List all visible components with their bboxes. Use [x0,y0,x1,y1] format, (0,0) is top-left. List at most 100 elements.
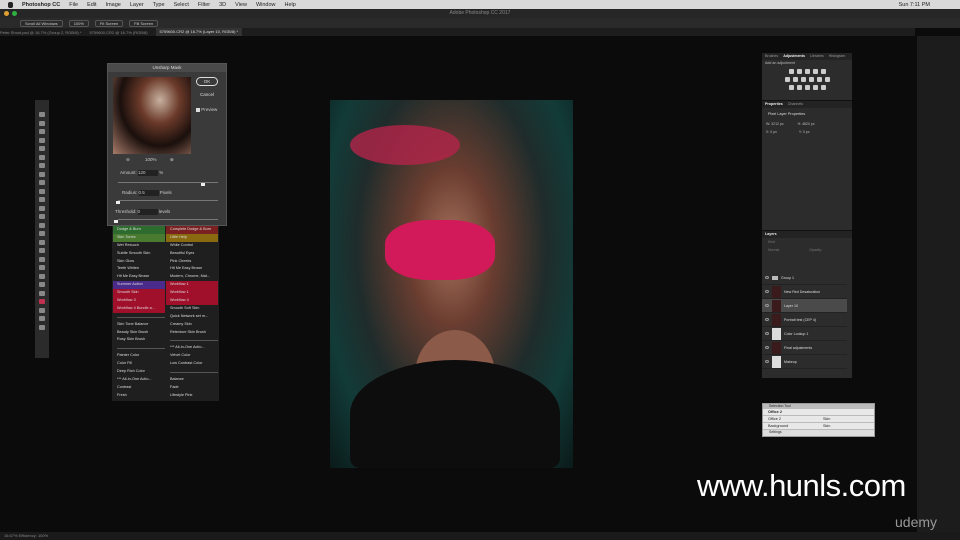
action-button[interactable]: Workflow 4 [166,297,218,305]
tab-document-2[interactable]: 5759600.CR2 @ 16.7% (RGB/8) [89,30,147,35]
action-button[interactable]: Color Fill [113,360,165,368]
action-button[interactable]: Quick Network set m... [166,313,218,321]
tool-icon[interactable] [39,171,45,177]
blend-mode-select[interactable]: Normal [768,248,779,252]
fill-screen-button[interactable]: Fill Screen [129,19,159,27]
menu-layer[interactable]: Layer [130,2,144,8]
opacity-field[interactable]: Opacity: [809,248,822,252]
visibility-eye-icon[interactable] [765,304,769,307]
tool-icon[interactable] [39,316,45,321]
tab-histogram[interactable]: Histogram [829,53,845,60]
visibility-eye-icon[interactable] [765,346,769,349]
action-button[interactable]: *** All-in-One Actio... [166,344,218,352]
tab-adjustments[interactable]: Adjustments [783,53,805,60]
threshold-icon[interactable] [804,85,810,90]
amount-field[interactable]: 120 [138,170,159,176]
action-button[interactable]: Dodge & Burn [113,226,165,234]
color-balance-icon[interactable] [792,77,798,82]
posterize-icon[interactable] [796,85,802,90]
tool-icon[interactable] [39,214,45,219]
tab-document-1[interactable]: Peter Shoot.psd @ 16.7% (Group 2, RGB/8)… [0,30,81,35]
radius-field[interactable]: 0.5 [138,190,159,196]
layer-row[interactable]: Portrait test (CEP 4) [762,313,847,327]
tool-icon[interactable] [39,163,45,168]
action-button[interactable]: Balance [166,376,218,384]
action-button[interactable]: Painter Color [113,352,165,360]
height-field[interactable]: H: 4820 px [798,122,815,126]
photo-filter-icon[interactable] [808,77,814,82]
amount-slider-handle[interactable] [201,183,205,186]
tool-icon[interactable] [39,120,45,126]
action-button[interactable]: Complete Dodge & Burn [166,226,218,234]
layer-row[interactable]: Group 1 [762,271,847,285]
menu-help[interactable]: Help [285,2,296,8]
zoom-button[interactable] [12,11,17,16]
tab-libraries[interactable]: Libraries [810,53,824,60]
action-button[interactable]: Creamy Skin [166,321,218,329]
action-button[interactable]: Wet Retouch [113,242,165,250]
action-button[interactable]: *** All-in-One Actio... [113,376,165,384]
menu-select[interactable]: Select [174,2,189,8]
visibility-eye-icon[interactable] [765,360,769,363]
tool-icon[interactable] [39,265,45,270]
layer-row[interactable]: Color Lookup 1 [762,327,847,341]
menu-filter[interactable]: Filter [198,2,210,8]
action-button[interactable]: Pink Cheeks [166,258,218,266]
action-button[interactable]: Fresh [113,392,165,400]
dialog-preview-image[interactable] [113,77,191,154]
x-field[interactable]: X: 0 px [766,130,777,134]
selective-color-icon[interactable] [820,85,826,90]
menu-image[interactable]: Image [106,2,121,8]
tool-icon[interactable] [39,307,45,313]
menu-window[interactable]: Window [256,2,276,8]
threshold-slider-handle[interactable] [114,220,118,223]
tab-properties[interactable]: Properties [765,101,783,108]
radius-slider[interactable] [118,200,218,201]
tool-icon[interactable] [39,129,45,134]
visibility-eye-icon[interactable] [765,318,769,321]
tool-icon[interactable] [39,205,45,211]
tool-icon[interactable] [39,273,45,279]
radius-slider-handle[interactable] [116,201,120,204]
threshold-slider[interactable] [118,219,218,220]
action-button[interactable]: Skin Glow [113,258,165,266]
tool-icon[interactable] [39,180,45,185]
layer-row[interactable]: Final adjustments [762,341,847,355]
channel-mixer-icon[interactable] [816,77,822,82]
action-button[interactable]: Retexture Skin Brush [166,329,218,337]
visibility-eye-icon[interactable] [765,290,769,293]
action-button[interactable]: Beauty Skin Brush [113,329,165,337]
foreground-color-swatch[interactable] [39,299,45,304]
action-button[interactable]: Workflow 4 Bundle a... [113,304,165,313]
tool-icon[interactable] [39,324,45,330]
menu-view[interactable]: View [235,2,247,8]
menu-file[interactable]: File [69,2,78,8]
layer-kind-filter[interactable]: Kind [762,238,852,246]
curves-icon[interactable] [804,69,810,74]
tool-icon[interactable] [39,137,45,143]
preview-checkbox[interactable] [196,107,200,112]
ok-button[interactable]: OK [196,77,218,86]
brightness-icon[interactable] [788,69,794,74]
action-button[interactable]: Hit Me Easy Brown [113,273,165,281]
cancel-button[interactable]: Cancel [196,91,218,100]
action-button[interactable]: Workflow 3 [113,297,165,305]
action-button[interactable]: Skin Tone Balance [113,321,165,329]
action-button[interactable]: Hit Me Easy Brown [166,265,218,273]
scroll-all-windows-button[interactable]: Scroll All Windows [20,19,63,27]
action-button[interactable]: Teeth Whiten [113,265,165,273]
action-button[interactable]: Summer Action [113,281,165,290]
action-button[interactable]: Deep Rich Color [113,368,165,376]
action-button[interactable]: Skin Tones [113,233,165,242]
panel-row[interactable]: Office 2 Skin [763,416,874,423]
menu-type[interactable]: Type [153,2,165,8]
tab-brushes[interactable]: Brushes [765,53,778,60]
tool-icon[interactable] [39,197,45,202]
y-field[interactable]: Y: 0 px [799,130,810,134]
tool-icon[interactable] [39,290,45,296]
canvas-image[interactable] [330,100,573,468]
tool-icon[interactable] [39,154,45,160]
tool-icon[interactable] [39,146,45,151]
tool-icon[interactable] [39,231,45,236]
zoom-in-icon[interactable]: ⊕ [170,157,174,163]
